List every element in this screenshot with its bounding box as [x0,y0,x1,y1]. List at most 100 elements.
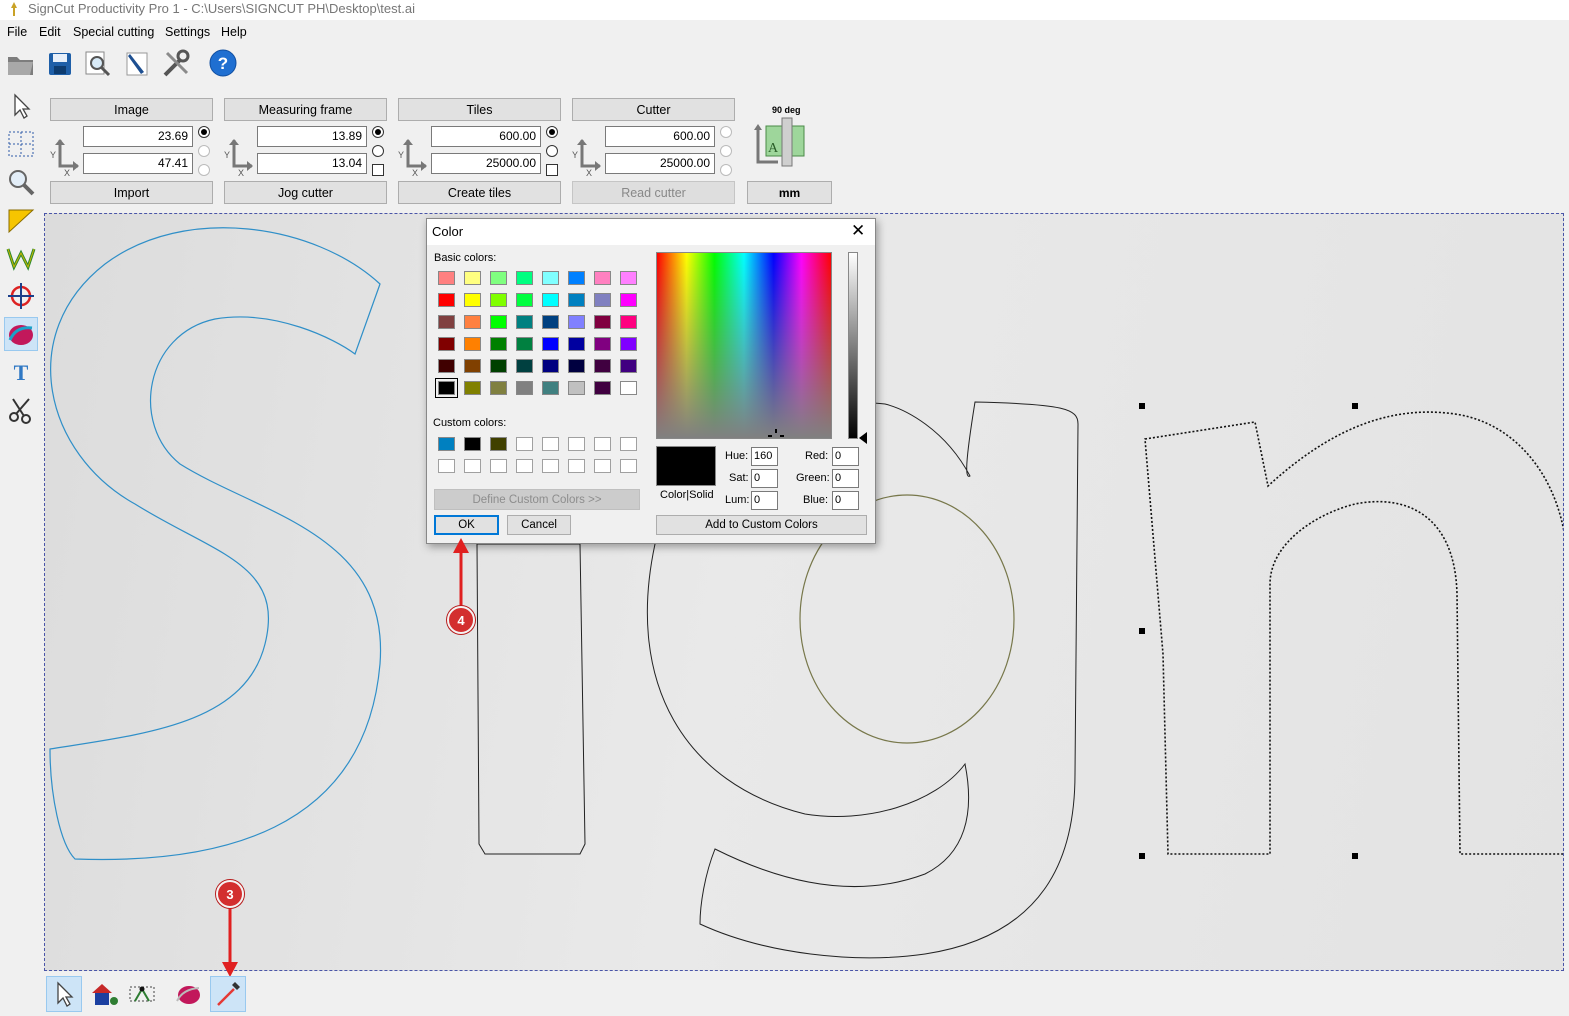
sat-field[interactable]: 0 [751,469,778,488]
scissors-tool[interactable] [4,393,38,427]
basic-color-swatch[interactable] [490,381,507,395]
basic-color-swatch[interactable] [542,271,559,285]
help-button[interactable]: ? [208,48,238,78]
basic-color-swatch[interactable] [594,359,611,373]
pointer-tool[interactable] [46,976,82,1012]
jog-cutter-button[interactable]: Jog cutter [224,181,387,204]
basic-color-swatch[interactable] [464,293,481,307]
import-button[interactable]: Import [50,181,213,204]
basic-color-swatch[interactable] [542,337,559,351]
add-to-custom-colors-button[interactable]: Add to Custom Colors [656,515,867,535]
menu-settings[interactable]: Settings [165,25,210,39]
basic-color-swatch[interactable] [516,337,533,351]
basic-color-swatch[interactable] [568,271,585,285]
image-radio-1[interactable] [198,126,210,138]
tiles-header-button[interactable]: Tiles [398,98,561,121]
cut-button[interactable] [123,49,153,79]
luminance-pointer-icon[interactable] [859,432,867,444]
tiles-radio-2[interactable] [546,145,558,157]
custom-color-swatch[interactable] [438,459,455,473]
basic-color-swatch[interactable] [464,315,481,329]
basic-color-swatch[interactable] [542,293,559,307]
custom-color-swatch[interactable] [620,459,637,473]
basic-color-swatch[interactable] [620,271,637,285]
custom-color-swatch[interactable] [542,437,559,451]
custom-color-swatch[interactable] [620,437,637,451]
basic-color-swatch[interactable] [438,359,455,373]
custom-color-swatch[interactable] [568,437,585,451]
preview-button[interactable] [83,49,113,79]
basic-color-swatch[interactable] [568,381,585,395]
weed-tool[interactable] [4,241,38,275]
basic-color-swatch[interactable] [568,293,585,307]
image-radio-2[interactable] [198,145,210,157]
measuring-frame-radio-2[interactable] [372,145,384,157]
custom-color-swatch[interactable] [490,437,507,451]
basic-color-swatch[interactable] [568,337,585,351]
selection-handle[interactable] [1352,403,1358,409]
basic-color-swatch[interactable] [490,359,507,373]
ok-button[interactable]: OK [434,515,499,535]
image-radio-3[interactable] [198,164,210,176]
red-field[interactable]: 0 [832,447,859,466]
cutter-radio-3[interactable] [720,164,732,176]
selection-handle[interactable] [1352,853,1358,859]
open-button[interactable] [6,49,36,79]
basic-color-swatch[interactable] [516,381,533,395]
measuring-frame-checkbox[interactable] [372,164,384,176]
basic-color-swatch[interactable] [490,337,507,351]
custom-color-swatch[interactable] [594,459,611,473]
measuring-frame-header-button[interactable]: Measuring frame [224,98,387,121]
basic-color-swatch[interactable] [594,337,611,351]
custom-color-swatch[interactable] [542,459,559,473]
close-icon[interactable]: ✕ [851,222,865,240]
basic-color-swatch[interactable] [620,381,637,395]
basic-color-swatch[interactable] [568,359,585,373]
menu-file[interactable]: File [7,25,27,39]
lum-field[interactable]: 0 [751,491,778,510]
basic-color-swatch[interactable] [594,271,611,285]
text-tool[interactable]: T [4,355,38,389]
shapes-tool[interactable] [86,976,122,1012]
cutter-radio-1[interactable] [720,126,732,138]
cutter-x-field[interactable]: 600.00 [605,126,715,147]
save-button[interactable] [45,49,75,79]
eyedropper-tool[interactable] [210,976,246,1012]
basic-color-swatch[interactable] [464,381,481,395]
basic-color-swatch[interactable] [490,293,507,307]
zoom-tool[interactable] [4,165,38,199]
select-tool[interactable] [4,89,38,123]
basic-color-swatch[interactable] [516,271,533,285]
measuring-frame-x-field[interactable]: 13.89 [257,126,367,147]
color-spectrum[interactable] [656,252,832,439]
basic-color-swatch[interactable] [620,337,637,351]
green-field[interactable]: 0 [832,469,859,488]
ruler-tool[interactable] [4,203,38,237]
menu-help[interactable]: Help [221,25,247,39]
basic-color-swatch[interactable] [594,381,611,395]
tiles-y-field[interactable]: 25000.00 [431,153,541,174]
node-edit-tool[interactable] [124,976,160,1012]
basic-color-swatch[interactable] [516,359,533,373]
basic-color-swatch[interactable] [594,293,611,307]
custom-color-swatch[interactable] [438,437,455,451]
blue-field[interactable]: 0 [832,491,859,510]
tools-button[interactable] [161,49,191,79]
measuring-frame-radio-1[interactable] [372,126,384,138]
color-layer-bottom-tool[interactable] [170,976,206,1012]
custom-color-swatch[interactable] [490,459,507,473]
measuring-frame-y-field[interactable]: 13.04 [257,153,367,174]
basic-color-swatch[interactable] [438,337,455,351]
image-header-button[interactable]: Image [50,98,213,121]
custom-color-swatch[interactable] [464,437,481,451]
selection-handle[interactable] [1139,853,1145,859]
cancel-button[interactable]: Cancel [507,515,571,535]
cutter-header-button[interactable]: Cutter [572,98,735,121]
selection-handle[interactable] [1139,628,1145,634]
orientation-button[interactable]: A [748,116,810,172]
basic-color-swatch[interactable] [438,293,455,307]
basic-color-swatch[interactable] [516,293,533,307]
basic-color-swatch[interactable] [438,315,455,329]
selection-handle[interactable] [1139,403,1145,409]
luminance-bar[interactable] [848,252,858,439]
